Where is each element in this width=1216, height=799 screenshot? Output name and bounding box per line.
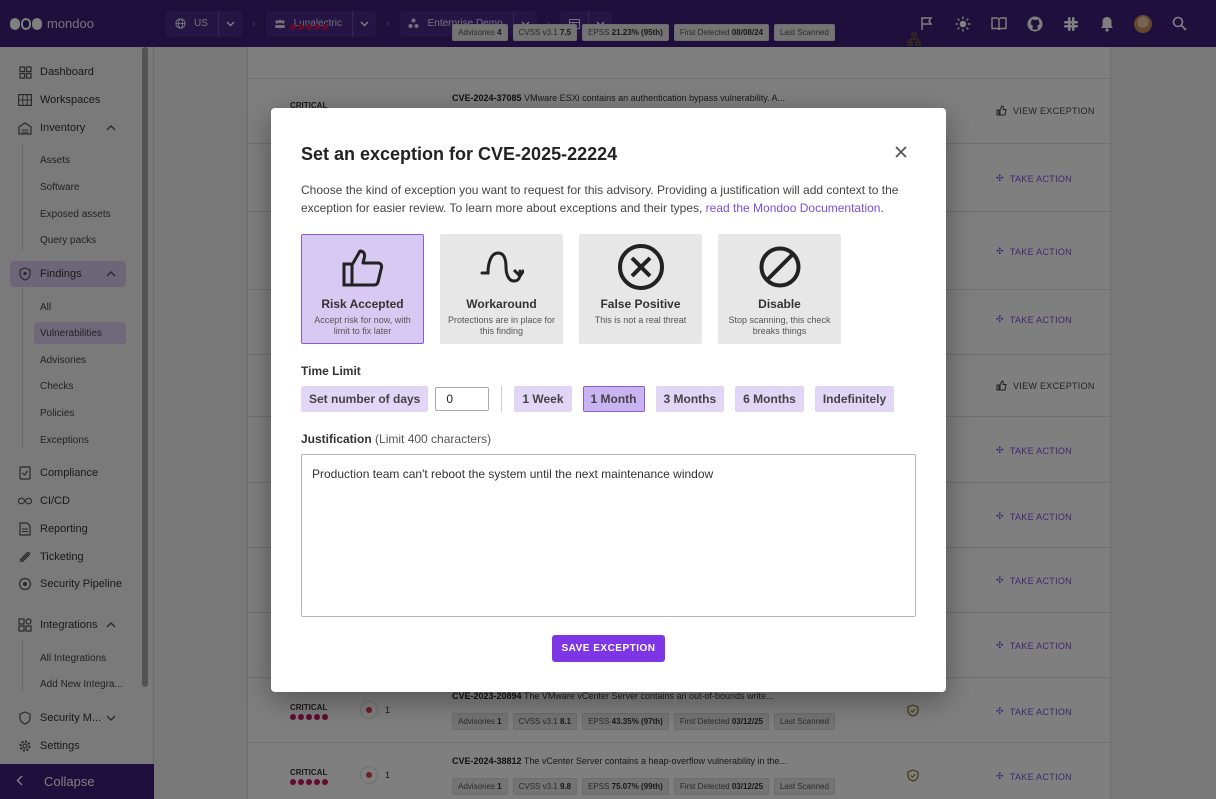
save-exception-button[interactable]: SAVE EXCEPTION [552, 635, 665, 662]
dialog-title: Set an exception for CVE-2025-22224 [301, 144, 618, 164]
dialog-description: Choose the kind of exception you want to… [301, 183, 899, 215]
disable-option[interactable]: Disable Stop scanning, this check breaks… [718, 234, 841, 344]
time-option-3-months[interactable]: 3 Months [655, 386, 725, 412]
option-name: False Positive [600, 297, 681, 311]
justification-label: Justification (Limit 400 characters) [301, 432, 492, 446]
time-option-6-months[interactable]: 6 Months [735, 386, 804, 412]
option-description: Accept risk for now, with limit to fix l… [314, 315, 411, 336]
option-description: Protections are in place for this findin… [447, 315, 556, 336]
thumbs-up-icon [339, 243, 387, 291]
exception-type-options: Risk Accepted Accept risk for now, with … [301, 234, 841, 344]
option-description: This is not a real threat [594, 315, 687, 325]
set-number-of-days-button[interactable]: Set number of days [301, 386, 429, 412]
divider [501, 386, 503, 412]
time-limit-label: Time Limit [301, 364, 361, 378]
justification-textarea[interactable]: Production team can't reboot the system … [301, 454, 916, 617]
option-name: Disable [758, 297, 801, 311]
option-name: Workaround [466, 297, 537, 311]
time-option-1-week[interactable]: 1 Week [514, 386, 572, 412]
workaround-option[interactable]: Workaround Protections are in place for … [440, 234, 563, 344]
days-input[interactable]: 0 [435, 387, 490, 411]
time-option-1-month[interactable]: 1 Month [582, 386, 645, 412]
time-limit-options: Set number of days 0 1 Week 1 Month 3 Mo… [301, 386, 895, 412]
disable-icon [756, 243, 804, 291]
x-circle-icon [617, 243, 665, 291]
option-name: Risk Accepted [321, 297, 404, 311]
false-positive-option[interactable]: False Positive This is not a real threat [579, 234, 702, 344]
exception-dialog: Set an exception for CVE-2025-22224 Choo… [271, 108, 946, 692]
workaround-icon [478, 243, 526, 291]
risk-accepted-option[interactable]: Risk Accepted Accept risk for now, with … [301, 234, 424, 344]
close-icon[interactable] [893, 144, 909, 160]
option-description: Stop scanning, this check breaks things [728, 315, 831, 336]
time-option-indefinitely[interactable]: Indefinitely [814, 386, 895, 412]
documentation-link[interactable]: read the Mondoo Documentation [706, 201, 881, 215]
